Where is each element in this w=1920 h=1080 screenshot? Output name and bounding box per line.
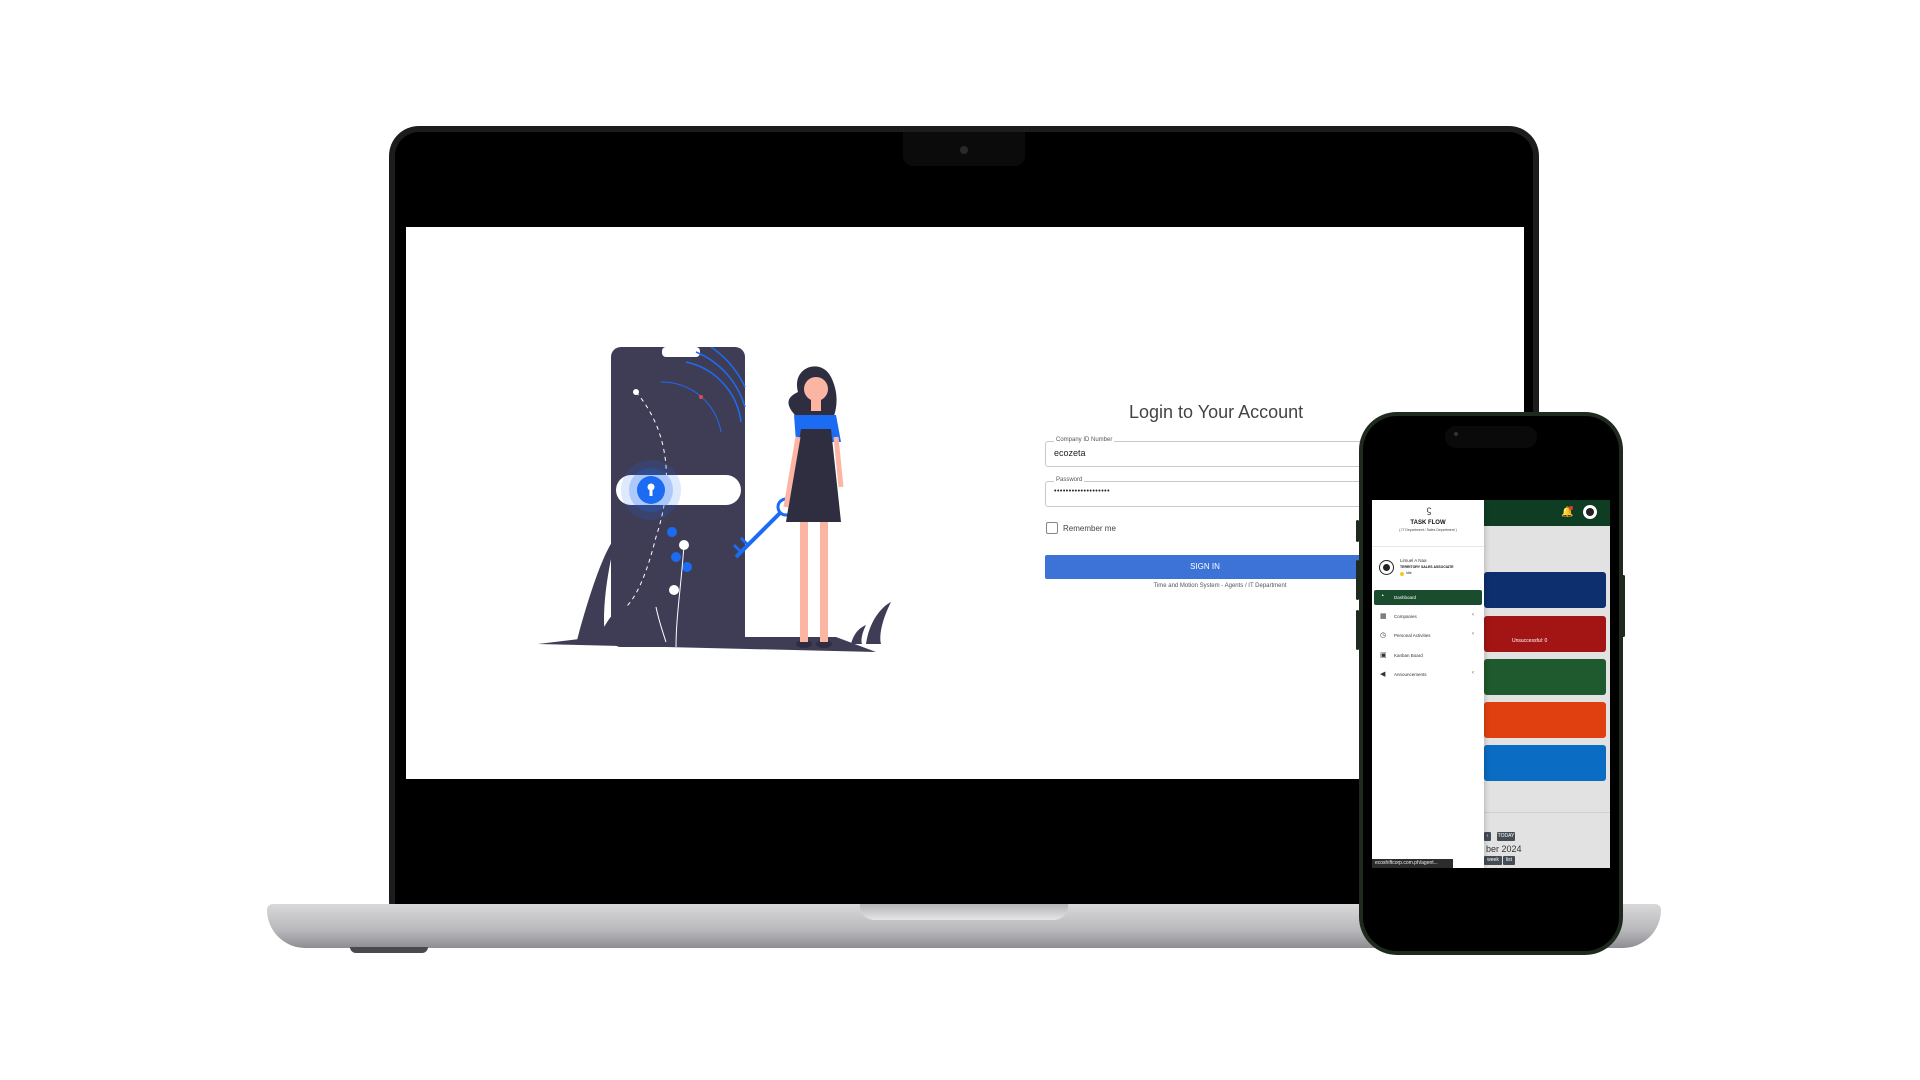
- stat-card-blue[interactable]: [1484, 572, 1606, 608]
- password-value: •••••••••••••••••••: [1054, 488, 1111, 495]
- stat-card-orange[interactable]: [1484, 702, 1606, 738]
- sidebar-drawer: [1372, 500, 1484, 868]
- megaphone-icon: ◀: [1380, 671, 1386, 678]
- user-role: TERRITORY SALES ASSOCIATE: [1400, 565, 1454, 569]
- company-id-value: ecozeta: [1054, 448, 1086, 458]
- sidebar-item-personal-activities[interactable]: ◷ Personal Activities ‹: [1374, 628, 1482, 643]
- stat-card-red-text: Unsuccessful: 0: [1512, 638, 1548, 644]
- user-name: Limuel A Naa: [1400, 558, 1427, 563]
- sign-in-button[interactable]: SIGN IN: [1045, 555, 1365, 579]
- status-label: Idle: [1406, 571, 1412, 575]
- sidebar-item-label: Announcements: [1394, 672, 1427, 677]
- sidebar-item-companies[interactable]: ▦ Companies ‹: [1374, 609, 1482, 624]
- url-tooltip: ecoshiftcorp.com.ph/agent...: [1372, 859, 1453, 868]
- chevron-left-icon: ‹: [1472, 631, 1474, 637]
- dashboard-icon: ◔: [1380, 593, 1385, 600]
- sidebar-item-label: Personal Activities: [1394, 633, 1431, 638]
- remember-me-checkbox[interactable]: [1046, 522, 1058, 534]
- head-shape: [804, 377, 828, 401]
- stat-card-lightblue[interactable]: [1484, 745, 1606, 781]
- drawer-divider: [1372, 546, 1484, 547]
- stat-card-red[interactable]: [1484, 616, 1606, 652]
- sidebar-item-label: Companies: [1394, 614, 1417, 619]
- dynamic-island: [1445, 426, 1537, 448]
- building-icon: ▦: [1380, 613, 1387, 620]
- grass-right-icon: [866, 602, 891, 644]
- sidebar-item-label: Dashboard: [1394, 595, 1417, 600]
- status-dot-icon: [1400, 572, 1404, 576]
- dress-shape: [786, 429, 841, 522]
- panel-divider: [1484, 812, 1610, 813]
- system-footnote: Time and Motion System - Agents / IT Dep…: [1153, 583, 1287, 589]
- chevron-left-icon: ‹: [1472, 670, 1474, 676]
- brand-title: TASK FLOW: [1410, 520, 1446, 526]
- login-title: Login to Your Account: [1129, 402, 1304, 422]
- calendar-next-button[interactable]: ›: [1484, 832, 1491, 841]
- sidebar-item-label: Kanban Board: [1394, 653, 1423, 658]
- camera-icon: [960, 146, 968, 154]
- password-label: Password: [1054, 477, 1085, 483]
- notification-badge: [1569, 506, 1573, 510]
- calendar-month-label: ber 2024: [1486, 844, 1522, 854]
- sidebar-item-dashboard[interactable]: ◔ Dashboard: [1374, 590, 1482, 605]
- remember-me-label[interactable]: Remember me: [1063, 524, 1116, 533]
- avatar[interactable]: [1379, 560, 1394, 575]
- sidebar-item-announcements[interactable]: ◀ Announcements ‹: [1374, 667, 1482, 682]
- sidebar-item-kanban-board[interactable]: ▣ Kanban Board: [1374, 648, 1482, 663]
- brand-subtitle: ( IT Department / Sales Department ): [1399, 528, 1457, 532]
- device-notch: [662, 347, 700, 357]
- company-id-label: Company ID Number: [1054, 437, 1115, 443]
- login-illustration: [538, 347, 891, 652]
- chevron-left-icon: ‹: [1472, 612, 1474, 618]
- board-icon: ▣: [1380, 652, 1387, 659]
- clock-icon: ◷: [1380, 632, 1387, 639]
- calendar-week-button[interactable]: week: [1484, 856, 1502, 865]
- laptop-trackpad-groove: [860, 904, 1068, 920]
- stat-card-green[interactable]: [1484, 659, 1606, 695]
- phone-camera-icon: [1454, 432, 1458, 436]
- laptop-foot-left: [350, 947, 428, 953]
- profile-icon[interactable]: [1583, 505, 1597, 519]
- calendar-today-button[interactable]: TODAY: [1497, 832, 1515, 841]
- calendar-list-button[interactable]: list: [1503, 856, 1515, 865]
- company-id-field[interactable]: [1045, 441, 1367, 467]
- taskflow-logo-icon: ϛ: [1426, 505, 1432, 516]
